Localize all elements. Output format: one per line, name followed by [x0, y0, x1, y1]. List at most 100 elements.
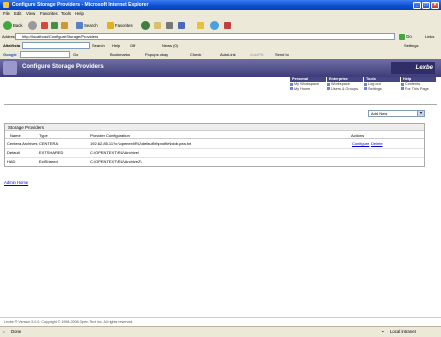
menu-edit[interactable]: Edit — [14, 11, 21, 16]
research-icon — [224, 21, 231, 29]
minimize-button[interactable]: _ — [413, 1, 421, 9]
panel-title: Storage Providers — [5, 124, 424, 131]
nav-tools: Tools Log out Settings — [364, 77, 401, 91]
menu-favorites[interactable]: Favorites — [40, 11, 58, 16]
settings-button[interactable]: Settings — [404, 42, 418, 49]
close-button[interactable]: × — [431, 1, 439, 9]
bullet-icon — [327, 82, 330, 86]
google-search-input[interactable] — [20, 51, 70, 58]
menu-view[interactable]: View — [26, 11, 35, 16]
help-button[interactable]: Help — [112, 42, 120, 49]
bullet-icon — [364, 87, 367, 91]
back-button[interactable]: Back — [3, 20, 23, 30]
sendto-button[interactable]: Send to — [275, 51, 289, 58]
brand-logo: Lexbe — [391, 62, 435, 74]
nav-enterprise: Enterprise Workspace Users & Groups — [327, 77, 364, 91]
maximize-button[interactable]: □ — [422, 1, 430, 9]
home-icon — [61, 21, 68, 29]
edit-button[interactable] — [178, 20, 186, 30]
nav-link-settings[interactable]: Settings — [364, 87, 398, 92]
admin-home-link[interactable]: Admin Home — [4, 180, 28, 185]
go-arrow-icon — [399, 33, 405, 40]
go-button[interactable]: Go — [399, 33, 412, 40]
window-title: Configure Storage Providers - Microsoft … — [12, 2, 149, 8]
row-divider — [5, 148, 424, 149]
google-go-button[interactable]: Go — [73, 51, 78, 58]
bookmarks-button[interactable]: Bookmarks — [110, 51, 130, 58]
print-button[interactable] — [166, 20, 174, 30]
ie-icon — [3, 2, 9, 8]
home-button[interactable] — [61, 20, 69, 30]
altavista-search-input[interactable] — [22, 42, 90, 49]
address-input[interactable]: http://localhost/ConfigureStorage/Provid… — [15, 33, 395, 40]
stop-icon — [41, 21, 48, 29]
standard-toolbar: Back Search Favorites — [0, 18, 441, 33]
stop-button[interactable] — [41, 20, 49, 30]
nav-link-my-home[interactable]: My Home — [290, 87, 324, 92]
folder-button[interactable] — [197, 20, 205, 30]
search-button[interactable]: Search — [76, 20, 98, 30]
mail-button[interactable] — [154, 20, 162, 30]
row-1-name: Centera Archives — [7, 141, 38, 146]
menu-help[interactable]: Help — [75, 11, 84, 16]
row-1-type: CENTERA — [39, 141, 59, 146]
row-2-config: C:\OPENTEXT\RU\Archive\ — [90, 150, 140, 155]
bullet-icon — [401, 82, 404, 86]
mail-icon — [154, 21, 161, 29]
edit-icon — [178, 21, 185, 29]
configure-link[interactable]: Configure — [352, 141, 369, 146]
google-logo: Google — [3, 52, 17, 57]
refresh-icon — [51, 21, 58, 29]
research-button[interactable] — [224, 20, 232, 30]
row-divider — [5, 157, 424, 158]
folder-icon — [197, 21, 204, 29]
off-button[interactable]: Off — [130, 42, 135, 49]
star-icon — [107, 21, 114, 29]
header-divider — [5, 138, 424, 139]
links-label[interactable]: Links — [425, 34, 434, 39]
bullet-icon — [364, 82, 367, 86]
history-button[interactable] — [141, 20, 151, 30]
add-new-select[interactable]: Add New ▼ — [368, 110, 425, 117]
page-header: Configure Storage Providers Lexbe — [0, 59, 441, 77]
delete-link[interactable]: Delete — [371, 141, 383, 146]
row-1-config: 192.62.85.11?c:\openext\RU\default\rhpro… — [90, 141, 192, 146]
search-icon — [76, 21, 83, 29]
chevron-down-icon: ▼ — [417, 111, 424, 116]
forward-button[interactable] — [28, 20, 38, 30]
bullet-icon — [327, 87, 330, 91]
messenger-button[interactable] — [210, 20, 220, 30]
news-button[interactable]: News (0) — [162, 42, 178, 49]
bullet-icon — [290, 82, 293, 86]
row-3-type: ExtShared — [39, 159, 58, 164]
storage-providers-panel: Storage Providers Name Type Provider Con… — [4, 123, 425, 167]
altavista-search-button[interactable]: Search — [92, 42, 105, 49]
row-3-config: C:\OPENTEXT\RU\ArchiveZ\ — [90, 159, 142, 164]
app-logo-icon — [3, 61, 17, 75]
refresh-button[interactable] — [51, 20, 59, 30]
print-icon — [166, 21, 173, 29]
menu-file[interactable]: File — [3, 11, 10, 16]
row-2-name: Default — [7, 150, 20, 155]
status-bar: ▫ Done ▪ Local intranet — [0, 326, 441, 337]
forward-arrow-icon — [28, 20, 37, 30]
nav-link-users-groups[interactable]: Users & Groups — [327, 87, 361, 92]
popups-button[interactable]: Popups okay — [145, 51, 168, 58]
page-title: Configure Storage Providers — [22, 64, 104, 70]
check-button[interactable]: Check — [190, 51, 201, 58]
favorites-button[interactable]: Favorites — [107, 20, 133, 30]
autolink-button[interactable]: AutoLink — [220, 51, 236, 58]
history-icon — [141, 20, 150, 30]
nav-personal: Personal My Workspace My Home — [290, 77, 327, 91]
menu-tools[interactable]: Tools — [61, 11, 71, 16]
altavista-logo: AltaVista — [3, 43, 21, 48]
nav-link-for-this-page[interactable]: For This Page — [401, 87, 434, 92]
divider — [4, 104, 437, 105]
add-new-select-value: Add New — [371, 111, 388, 116]
nav-help: Help Contents For This Page — [401, 77, 437, 91]
row-2-type: EXTSHARED — [39, 150, 64, 155]
row-3-name: HAD — [7, 159, 16, 164]
autofill-button[interactable]: AutoFill — [250, 51, 263, 58]
global-nav: Personal My Workspace My Home Enterprise… — [0, 77, 441, 95]
back-arrow-icon — [3, 20, 12, 30]
